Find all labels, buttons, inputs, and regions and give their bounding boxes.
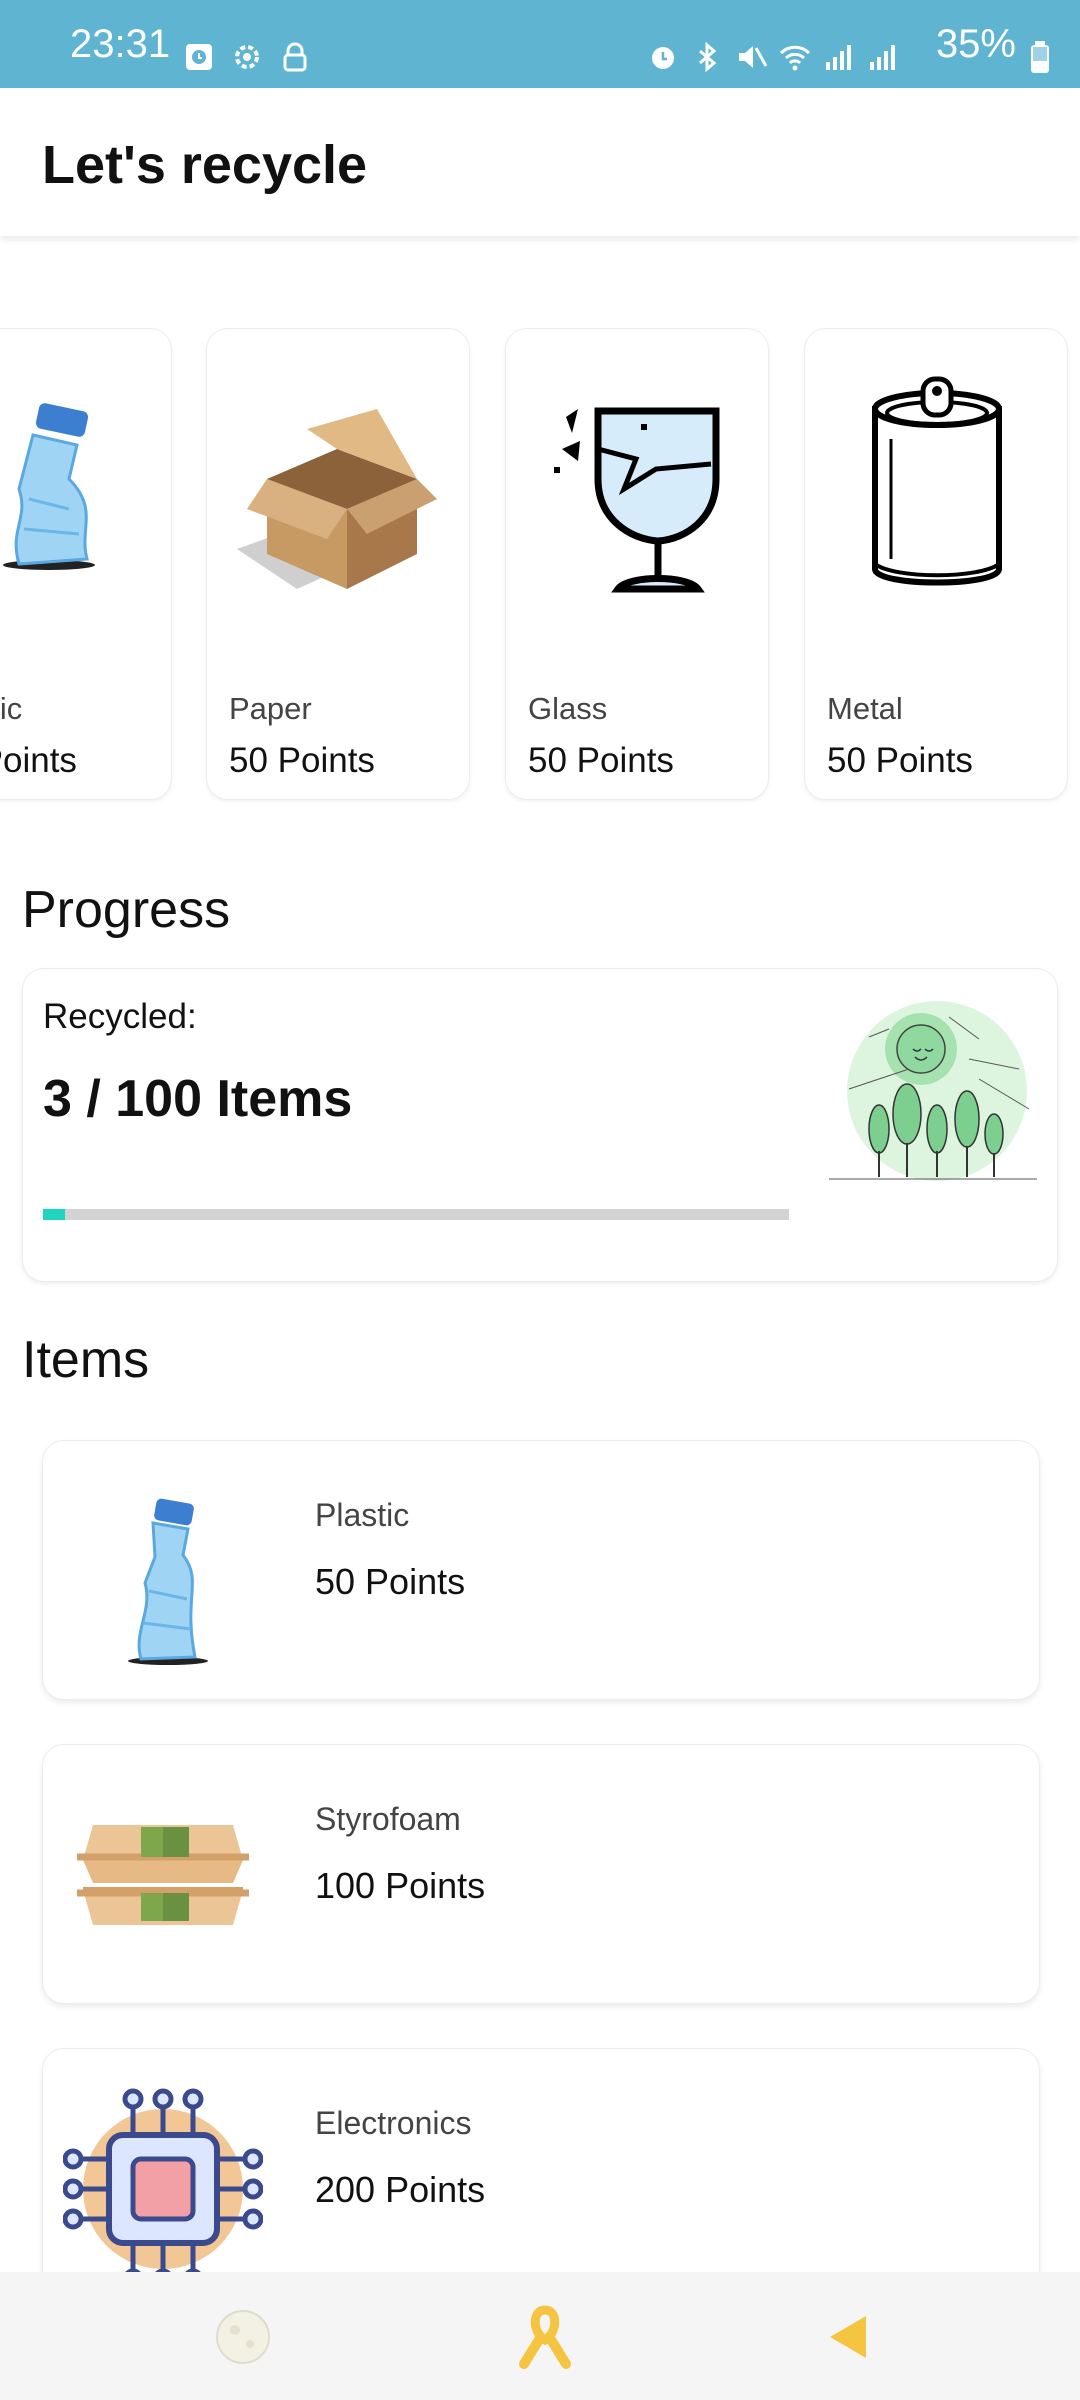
item-name: Styrofoam xyxy=(315,1801,461,1837)
item-points: 50 Points xyxy=(315,1561,466,1602)
bluetooth-icon xyxy=(699,41,717,73)
settings-gear-icon xyxy=(235,45,259,69)
bottom-navigation xyxy=(0,2272,1080,2400)
back-triangle-icon[interactable] xyxy=(812,2302,882,2372)
recycled-label: Recycled: xyxy=(43,997,197,1036)
category-carousel[interactable]: Plastic 50 Points Paper 50 Points Glass … xyxy=(0,328,1080,802)
sun-forest-illustration xyxy=(829,1001,1037,1181)
category-points: 50 Points xyxy=(827,741,973,780)
status-time: 23:31 xyxy=(70,22,171,66)
category-name: Metal xyxy=(827,691,903,726)
items-section-title: Items xyxy=(22,1331,150,1389)
item-name: Electronics xyxy=(315,2105,472,2141)
lock-icon xyxy=(283,42,307,72)
category-card-metal[interactable]: Metal 50 Points xyxy=(804,328,1068,800)
metal-can-icon xyxy=(872,376,1002,586)
battery-icon xyxy=(1031,41,1049,73)
item-card-electronics[interactable]: Electronics 200 Points xyxy=(42,2048,1040,2308)
ribbon-icon[interactable] xyxy=(510,2302,580,2372)
progress-section-title: Progress xyxy=(22,881,231,939)
category-name: Plastic xyxy=(0,691,23,726)
plastic-bottle-icon xyxy=(3,403,95,570)
wifi-icon xyxy=(779,45,811,71)
category-name: Paper xyxy=(229,691,312,726)
category-card-plastic[interactable]: Plastic 50 Points xyxy=(0,328,172,800)
battery-percent: 35% xyxy=(935,22,1016,66)
plastic-bottle-icon xyxy=(128,1498,208,1665)
alarm-icon xyxy=(652,47,674,69)
item-points: 100 Points xyxy=(315,1865,486,1906)
broken-glass-icon xyxy=(554,407,720,593)
category-card-glass[interactable]: Glass 50 Points xyxy=(505,328,769,800)
page-title: Let's recycle xyxy=(42,135,368,195)
styrofoam-box-icon xyxy=(77,1825,249,1925)
category-points: 50 Points xyxy=(229,741,375,780)
item-card-styrofoam[interactable]: Styrofoam 100 Points xyxy=(42,1744,1040,2004)
item-card-plastic[interactable]: Plastic 50 Points xyxy=(42,1440,1040,1700)
mute-icon xyxy=(739,46,768,68)
progress-card: Recycled: 3 / 100 Items xyxy=(22,968,1058,1282)
signal-icon xyxy=(826,45,851,70)
progress-bar-fill xyxy=(43,1209,66,1220)
category-card-paper[interactable]: Paper 50 Points xyxy=(206,328,470,800)
progress-bar xyxy=(43,1209,789,1220)
signal-icon xyxy=(870,45,895,70)
category-points: 50 Points xyxy=(528,741,674,780)
status-bar: 23:31 35% xyxy=(0,0,1080,88)
moon-icon[interactable] xyxy=(208,2302,278,2372)
category-points: 50 Points xyxy=(0,741,77,780)
recycled-count: 3 / 100 Items xyxy=(43,1070,353,1128)
item-name: Plastic xyxy=(315,1497,410,1533)
app-bar: Let's recycle xyxy=(0,88,1080,236)
chip-icon xyxy=(63,2088,263,2279)
calendar-clock-icon xyxy=(186,44,212,70)
cardboard-box-icon xyxy=(237,409,437,589)
category-name: Glass xyxy=(528,691,608,726)
item-points: 200 Points xyxy=(315,2169,486,2210)
